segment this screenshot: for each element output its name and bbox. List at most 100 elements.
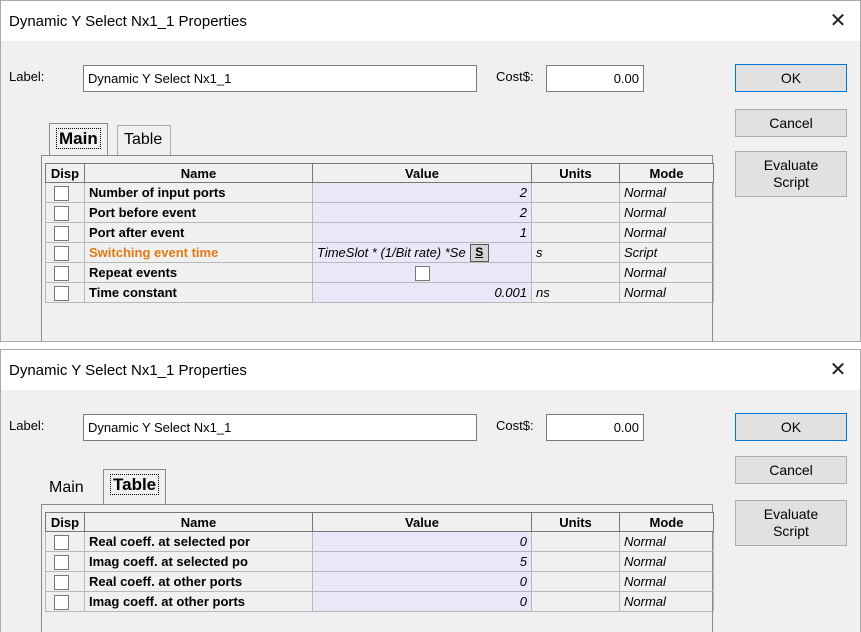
close-icon[interactable]: ✕ — [822, 355, 854, 385]
disp-checkbox[interactable] — [54, 265, 69, 281]
disp-checkbox[interactable] — [54, 245, 69, 261]
disp-checkbox[interactable] — [54, 594, 69, 610]
param-name: Real coeff. at other ports — [84, 571, 313, 592]
param-units[interactable] — [531, 182, 620, 203]
repeat-events-checkbox[interactable] — [414, 265, 430, 281]
window-title: Dynamic Y Select Nx1_1 Properties — [9, 362, 247, 379]
properties-table: Disp Name Value Units Mode Real coeff. a… — [45, 512, 714, 612]
label-caption: Label: — [9, 418, 45, 433]
label-caption: Label: — [9, 69, 45, 84]
tab-main[interactable]: Main — [49, 123, 108, 155]
label-input[interactable]: Dynamic Y Select Nx1_1 — [83, 65, 477, 92]
table-row: Repeat events Normal — [45, 262, 714, 283]
col-header-units[interactable]: Units — [531, 512, 620, 532]
table-row: Port before event 2 Normal — [45, 202, 714, 223]
param-value[interactable]: 2 — [312, 182, 532, 203]
param-value[interactable]: 5 — [312, 551, 532, 572]
param-name: Imag coeff. at selected po — [84, 551, 313, 572]
param-units[interactable] — [531, 202, 620, 223]
table-row: Switching event time TimeSlot * (1/Bit r… — [45, 242, 714, 263]
tab-main-label: Main — [56, 128, 101, 149]
col-header-value[interactable]: Value — [312, 163, 532, 183]
param-value: TimeSlot * (1/Bit rate) *Se — [317, 245, 466, 260]
param-name: Port before event — [84, 202, 313, 223]
disp-checkbox[interactable] — [54, 225, 69, 241]
param-mode[interactable]: Normal — [619, 551, 714, 572]
label-input[interactable]: Dynamic Y Select Nx1_1 — [83, 414, 477, 441]
param-value[interactable]: 0 — [312, 571, 532, 592]
tab-main-label: Main — [49, 479, 84, 496]
table-row: Number of input ports 2 Normal — [45, 182, 714, 203]
param-units[interactable]: s — [531, 242, 620, 263]
tab-table-label: Table — [110, 474, 160, 495]
evaluate-label-line2: Script — [773, 523, 809, 539]
cost-input[interactable]: 0.00 — [546, 414, 644, 441]
cost-caption: Cost$: — [496, 69, 534, 84]
param-mode[interactable]: Normal — [619, 202, 714, 223]
col-header-mode[interactable]: Mode — [619, 512, 714, 532]
table-row: Imag coeff. at other ports 0 Normal — [45, 591, 714, 612]
disp-checkbox[interactable] — [54, 534, 69, 550]
col-header-disp[interactable]: Disp — [45, 163, 85, 183]
param-mode[interactable]: Normal — [619, 222, 714, 243]
table-row: Port after event 1 Normal — [45, 222, 714, 243]
param-mode[interactable]: Normal — [619, 282, 714, 303]
disp-checkbox[interactable] — [54, 285, 69, 301]
evaluate-label-line1: Evaluate — [763, 157, 819, 173]
script-edit-button[interactable]: S — [469, 243, 489, 262]
ok-button[interactable]: OK — [735, 64, 847, 92]
col-header-disp[interactable]: Disp — [45, 512, 85, 532]
evaluate-label-line1: Evaluate — [763, 506, 819, 522]
tab-table[interactable]: Table — [103, 469, 167, 504]
properties-table: Disp Name Value Units Mode Number of inp… — [45, 163, 714, 303]
param-name: Imag coeff. at other ports — [84, 591, 313, 612]
param-mode[interactable]: Normal — [619, 531, 714, 552]
param-value[interactable]: 0 — [312, 591, 532, 612]
tab-table[interactable]: Table — [117, 125, 172, 155]
param-mode[interactable]: Normal — [619, 262, 714, 283]
param-name: Switching event time — [84, 242, 313, 263]
disp-checkbox[interactable] — [54, 554, 69, 570]
disp-checkbox[interactable] — [54, 185, 69, 201]
col-header-name[interactable]: Name — [84, 512, 313, 532]
evaluate-script-button[interactable]: Evaluate Script — [735, 151, 847, 197]
param-value[interactable]: 0.001 — [312, 282, 532, 303]
param-value[interactable]: 2 — [312, 202, 532, 223]
col-header-mode[interactable]: Mode — [619, 163, 714, 183]
title-bar: Dynamic Y Select Nx1_1 Properties ✕ — [1, 1, 860, 41]
param-value[interactable] — [312, 262, 532, 283]
param-mode[interactable]: Normal — [619, 182, 714, 203]
tab-table-label: Table — [124, 131, 163, 148]
param-units[interactable]: ns — [531, 282, 620, 303]
cancel-button[interactable]: Cancel — [735, 456, 847, 484]
tab-main[interactable]: Main — [43, 474, 92, 504]
cost-input[interactable]: 0.00 — [546, 65, 644, 92]
param-name: Repeat events — [84, 262, 313, 283]
param-units[interactable] — [531, 591, 620, 612]
table-row: Real coeff. at selected por 0 Normal — [45, 531, 714, 552]
disp-checkbox[interactable] — [54, 205, 69, 221]
param-mode[interactable]: Script — [619, 242, 714, 263]
window-title: Dynamic Y Select Nx1_1 Properties — [9, 13, 247, 30]
table-row: Imag coeff. at selected po 5 Normal — [45, 551, 714, 572]
close-icon[interactable]: ✕ — [822, 6, 854, 36]
param-mode[interactable]: Normal — [619, 571, 714, 592]
param-units[interactable] — [531, 222, 620, 243]
col-header-units[interactable]: Units — [531, 163, 620, 183]
cancel-button[interactable]: Cancel — [735, 109, 847, 137]
param-value[interactable]: 1 — [312, 222, 532, 243]
param-value[interactable]: 0 — [312, 531, 532, 552]
evaluate-script-button[interactable]: Evaluate Script — [735, 500, 847, 546]
ok-button[interactable]: OK — [735, 413, 847, 441]
col-header-value[interactable]: Value — [312, 512, 532, 532]
col-header-name[interactable]: Name — [84, 163, 313, 183]
param-name: Time constant — [84, 282, 313, 303]
param-units[interactable] — [531, 262, 620, 283]
param-units[interactable] — [531, 551, 620, 572]
param-value-script[interactable]: TimeSlot * (1/Bit rate) *Se S — [312, 242, 532, 263]
param-mode[interactable]: Normal — [619, 591, 714, 612]
param-units[interactable] — [531, 531, 620, 552]
param-units[interactable] — [531, 571, 620, 592]
disp-checkbox[interactable] — [54, 574, 69, 590]
param-name: Number of input ports — [84, 182, 313, 203]
